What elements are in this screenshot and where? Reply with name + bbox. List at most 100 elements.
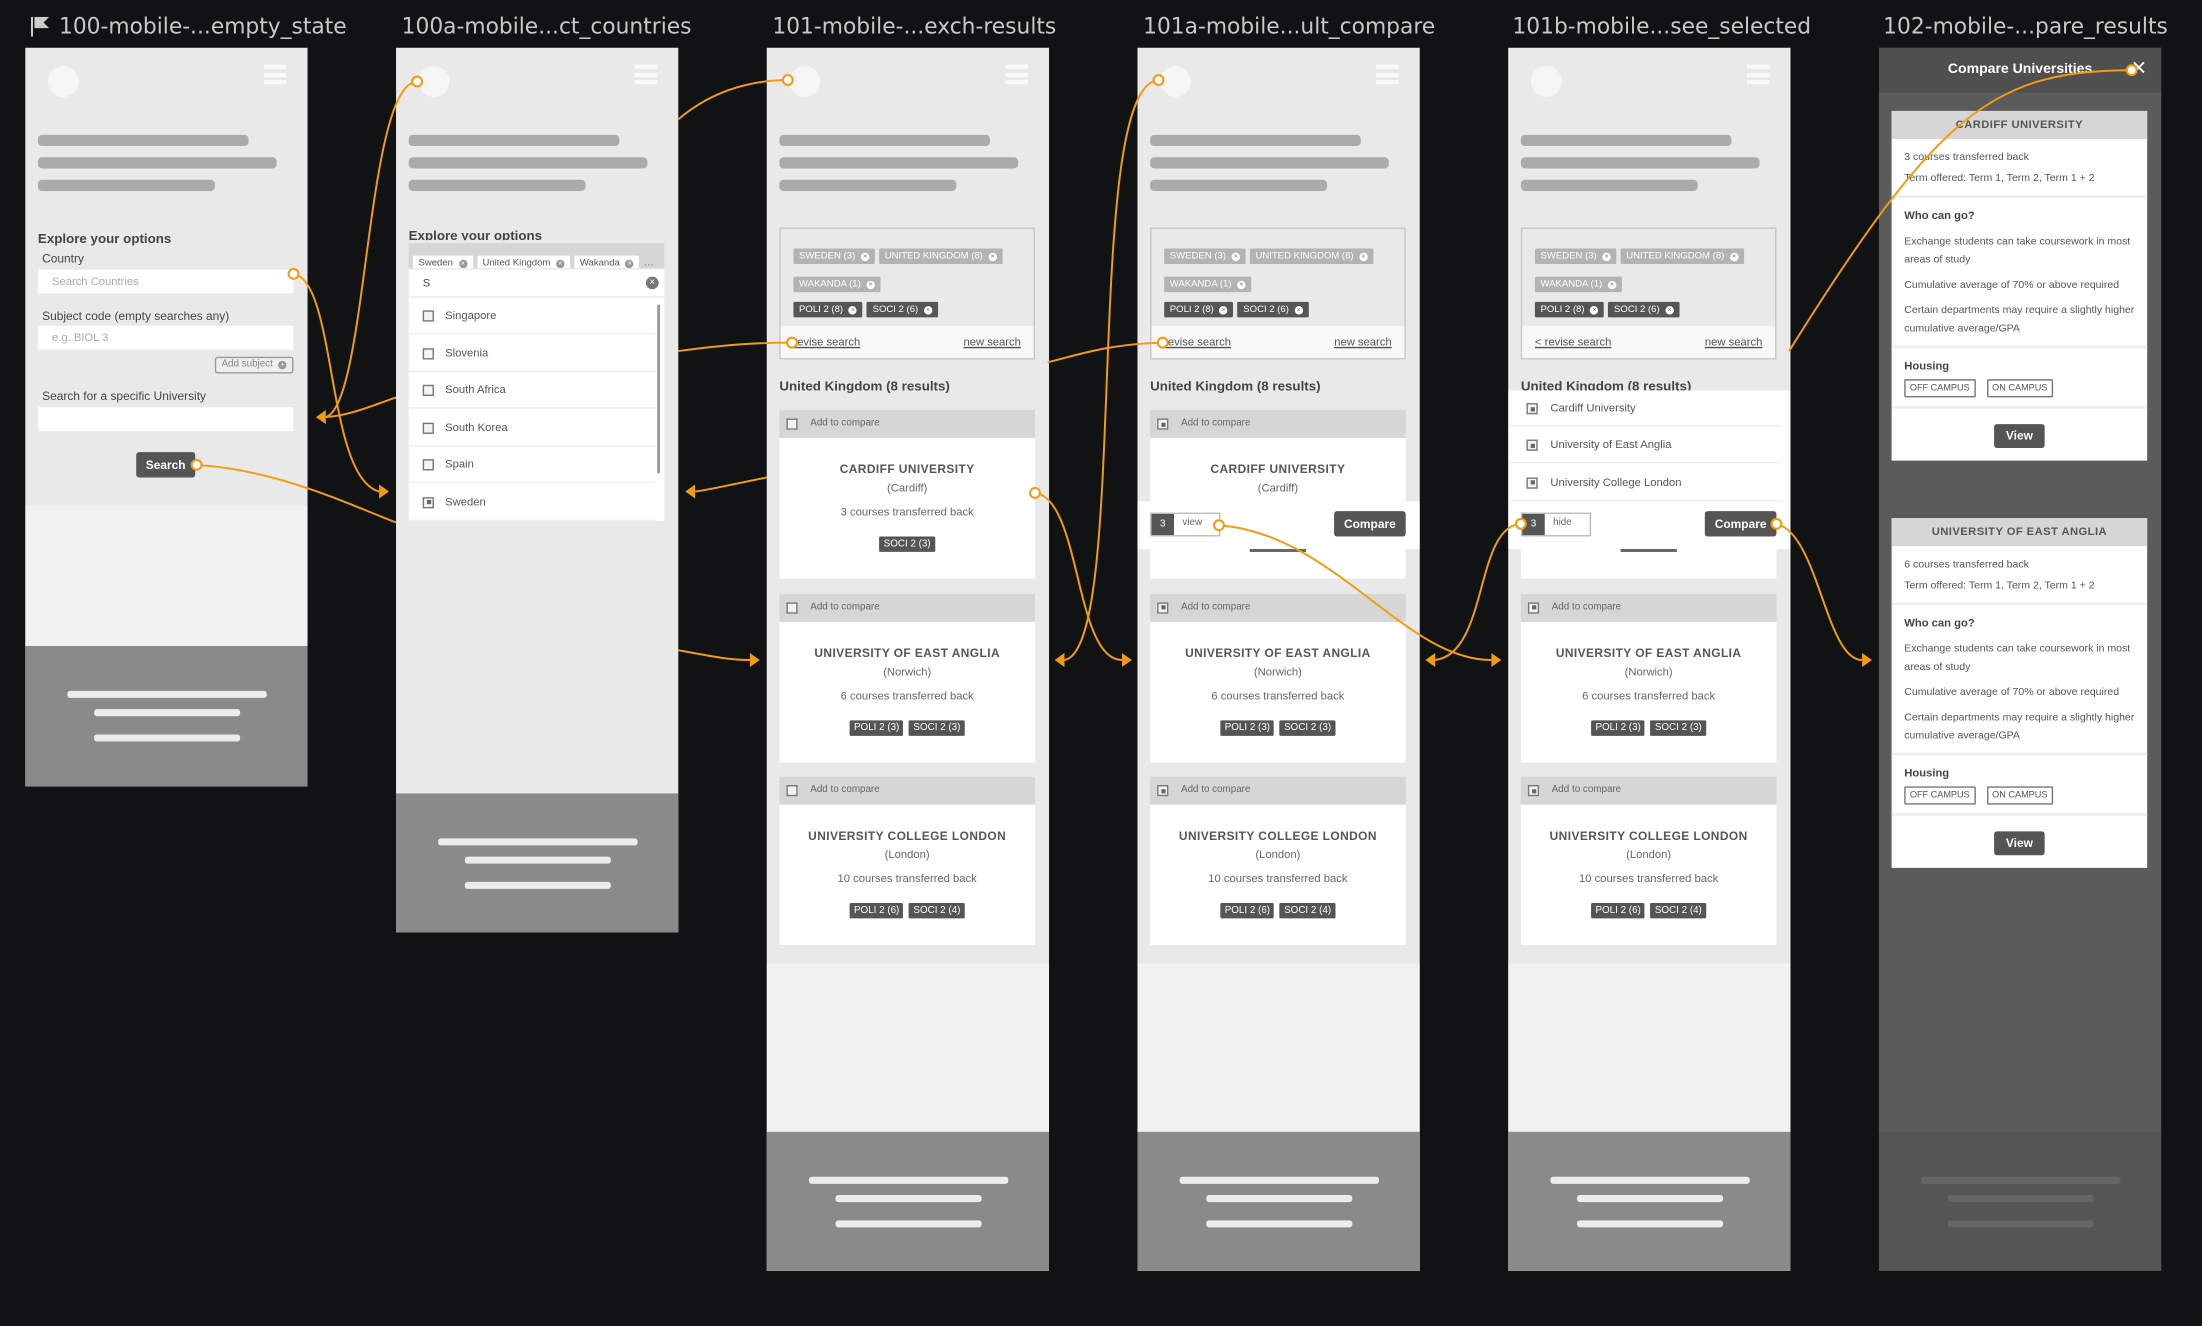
hamburger-menu-icon[interactable] [1746,64,1770,85]
checkbox[interactable] [422,347,434,359]
selected-toggle[interactable]: 3 hide [1520,512,1592,537]
avatar[interactable] [418,66,450,97]
subject-filter-chip[interactable]: POLI 2 (8) × [1164,301,1234,318]
add-to-compare-toggle[interactable]: Add to compare [779,410,1035,439]
add-subject-button[interactable]: Add subject + [214,356,294,374]
remove-icon[interactable]: × [988,252,997,262]
avatar[interactable] [47,66,79,97]
checkbox[interactable] [422,496,434,508]
hamburger-menu-icon[interactable] [264,64,287,85]
add-to-compare-toggle[interactable]: Add to compare [1150,410,1406,439]
remove-icon[interactable]: × [1729,252,1739,262]
country-filter-chip[interactable]: WAKANDA (1) × [793,276,881,293]
remove-icon[interactable]: × [866,280,875,290]
clear-icon[interactable]: × [645,276,659,290]
add-to-compare-toggle[interactable]: Add to compare [1520,777,1777,806]
compare-checkbox[interactable] [1157,785,1169,797]
new-search-link[interactable]: new search [963,336,1020,349]
remove-icon[interactable]: × [1237,280,1246,290]
compare-checkbox[interactable] [786,785,798,797]
country-option[interactable]: Slovenia [408,335,656,372]
country-option[interactable]: Singapore [408,298,656,335]
new-search-link[interactable]: new search [1334,336,1391,349]
selected-country-chip[interactable]: Wakanda × [574,255,640,269]
remove-icon[interactable]: × [1607,280,1617,290]
avatar[interactable] [789,66,821,97]
country-filter-chip[interactable]: WAKANDA (1) × [1534,276,1622,293]
subject-code-input[interactable]: e.g. BIOL 3 [37,325,294,350]
add-to-compare-toggle[interactable]: Add to compare [1150,593,1406,622]
selected-country-chip[interactable]: United Kingdom × [476,255,571,269]
checkbox[interactable] [422,310,434,322]
university-card[interactable]: UNIVERSITY COLLEGE LONDON (London) 10 cour… [1150,805,1406,946]
subject-filter-chip[interactable]: POLI 2 (8) × [793,301,863,318]
revise-search-link[interactable]: revise search [793,336,860,349]
new-search-link[interactable]: new search [1705,336,1762,349]
university-search-input[interactable] [37,407,294,432]
compare-checkbox[interactable] [1157,602,1169,614]
subject-filter-chip[interactable]: SOCI 2 (6) × [1608,301,1680,318]
remove-icon[interactable]: × [923,306,933,315]
remove-icon[interactable]: × [1231,252,1241,262]
remove-icon[interactable]: × [1294,306,1303,315]
checkbox[interactable] [422,384,434,397]
add-to-compare-toggle[interactable]: Add to compare [1150,777,1406,806]
view-button[interactable]: View [1994,424,2045,448]
remove-icon[interactable]: × [1602,252,1611,262]
add-to-compare-toggle[interactable]: Add to compare [779,593,1035,622]
view-button[interactable]: View [1994,831,2045,856]
add-to-compare-toggle[interactable]: Add to compare [1520,593,1777,622]
avatar[interactable] [1159,66,1191,97]
remove-icon[interactable]: × [860,252,870,262]
remove-icon[interactable]: × [556,259,565,269]
checkbox[interactable] [1526,476,1538,489]
checkbox[interactable] [422,421,434,434]
compare-button[interactable]: Compare [1704,511,1777,537]
search-button[interactable]: Search [136,452,196,478]
university-card[interactable]: UNIVERSITY OF EAST ANGLIA (Norwich) 6 cour… [779,621,1035,763]
country-option[interactable]: Spain [408,447,656,484]
compare-checkbox[interactable] [1527,785,1540,797]
selected-university-item[interactable]: Cardiff University [1508,390,1783,427]
hide-selected-button[interactable]: hide [1553,518,1572,528]
revise-search-link[interactable]: revise search [1164,336,1231,349]
university-card[interactable]: UNIVERSITY OF EAST ANGLIA (Norwich) 6 cour… [1520,621,1777,763]
university-card[interactable]: UNIVERSITY OF EAST ANGLIA (Norwich) 6 cour… [1150,621,1406,763]
scrollbar[interactable] [657,304,661,474]
subject-filter-chip[interactable]: POLI 2 (8) × [1534,301,1605,318]
hamburger-menu-icon[interactable] [1376,64,1399,85]
country-filter-chip[interactable]: WAKANDA (1) × [1164,276,1252,293]
close-icon[interactable]: ✕ [2131,56,2147,80]
compare-checkbox[interactable] [786,602,798,614]
compare-button[interactable]: Compare [1334,511,1406,537]
country-option[interactable]: Sweden [408,484,656,521]
remove-icon[interactable]: × [1219,306,1228,315]
country-filter-chip[interactable]: UNITED KINGDOM (8) × [1620,248,1744,265]
selected-toggle[interactable]: 3 view [1150,512,1221,537]
remove-icon[interactable]: × [458,259,468,269]
revise-search-link[interactable]: < revise search [1535,336,1611,349]
country-filter-chip[interactable]: SWEDEN (3) × [793,248,875,265]
subject-filter-chip[interactable]: SOCI 2 (6) × [866,301,938,318]
avatar[interactable] [1530,66,1562,97]
compare-checkbox[interactable] [786,418,798,430]
remove-icon[interactable]: × [1359,252,1368,262]
remove-icon[interactable]: × [1590,306,1599,315]
university-card[interactable]: UNIVERSITY COLLEGE LONDON (London) 10 cour… [779,805,1035,946]
selected-university-item[interactable]: University of East Anglia [1508,427,1783,464]
country-option[interactable]: South Korea [408,409,656,446]
remove-icon[interactable]: × [625,259,634,269]
country-query-input[interactable]: S × [408,269,665,297]
hamburger-menu-icon[interactable] [1005,64,1028,85]
country-filter-chip[interactable]: UNITED KINGDOM (8) × [879,248,1003,265]
remove-icon[interactable]: × [848,306,858,315]
hamburger-menu-icon[interactable] [634,64,658,85]
selected-university-item[interactable]: University College London [1508,464,1783,501]
subject-filter-chip[interactable]: SOCI 2 (6) × [1237,301,1309,318]
selected-country-chip[interactable]: Sweden × [412,255,473,269]
remove-icon[interactable]: × [1665,306,1674,315]
country-filter-chip[interactable]: UNITED KINGDOM (8) × [1249,248,1374,265]
university-card[interactable]: UNIVERSITY COLLEGE LONDON (London) 10 cour… [1520,805,1777,946]
checkbox[interactable] [422,459,434,471]
checkbox[interactable] [1526,439,1538,452]
